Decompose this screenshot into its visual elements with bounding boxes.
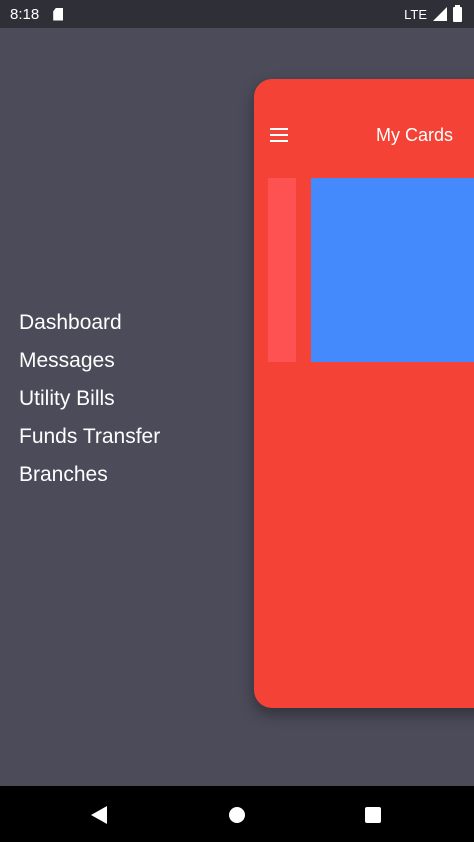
sd-card-icon <box>53 7 64 21</box>
drawer-item-dashboard[interactable]: Dashboard <box>19 304 160 342</box>
signal-icon <box>433 7 447 21</box>
recents-icon[interactable] <box>365 807 381 823</box>
battery-icon <box>453 4 462 22</box>
card-main[interactable] <box>311 178 474 362</box>
status-time: 8:18 <box>10 5 40 23</box>
main-panel: My Cards <box>254 79 474 708</box>
drawer-menu: Dashboard Messages Utility Bills Funds T… <box>19 304 160 494</box>
navigation-bar <box>0 786 474 842</box>
status-right: LTE <box>404 0 462 28</box>
drawer-item-utility-bills[interactable]: Utility Bills <box>19 380 160 418</box>
drawer-item-messages[interactable]: Messages <box>19 342 160 380</box>
status-bar: 8:18 LTE <box>0 0 474 28</box>
home-icon[interactable] <box>229 807 245 823</box>
card-peek[interactable] <box>268 178 296 362</box>
menu-button[interactable] <box>268 124 290 146</box>
network-type-label: LTE <box>404 6 427 22</box>
drawer-item-branches[interactable]: Branches <box>19 456 160 494</box>
page-title: My Cards <box>376 125 454 145</box>
drawer-item-funds-transfer[interactable]: Funds Transfer <box>19 418 160 456</box>
hamburger-menu-icon <box>270 128 288 142</box>
back-icon[interactable] <box>91 806 107 824</box>
